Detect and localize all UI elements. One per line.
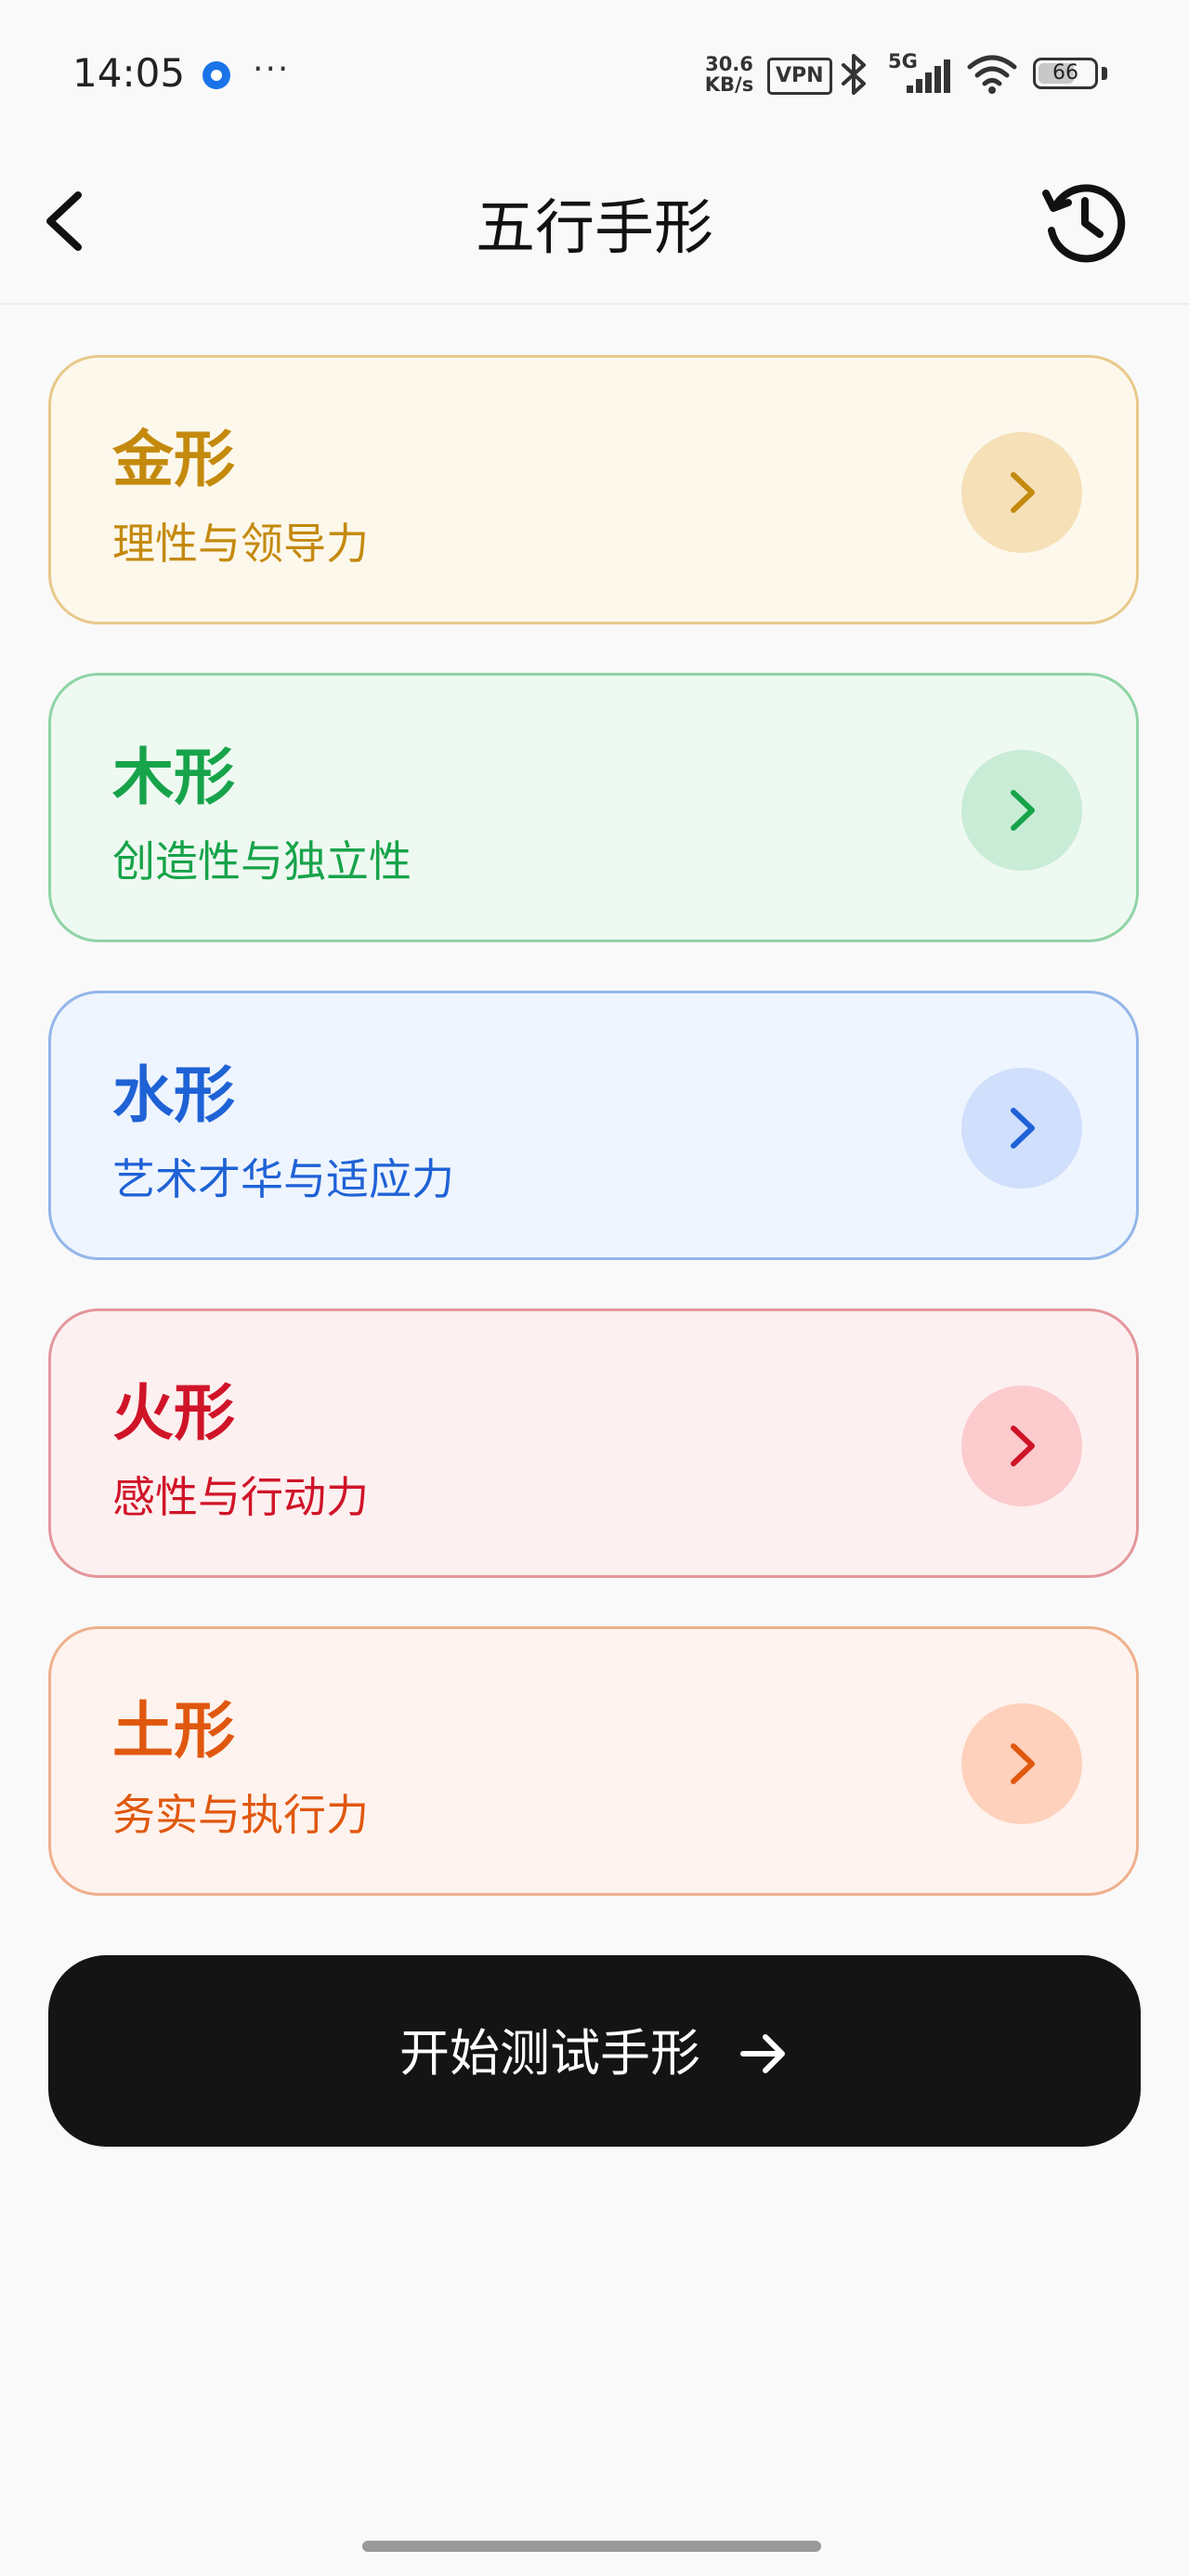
chevron-right-icon bbox=[1011, 1108, 1035, 1149]
start-test-button[interactable]: 开始测试手形 bbox=[48, 1955, 1141, 2147]
status-time: 14:05 bbox=[72, 50, 186, 96]
chevron-right-button[interactable] bbox=[961, 1068, 1082, 1189]
start-test-label: 开始测试手形 bbox=[399, 2024, 700, 2083]
status-bar: 14:05 ··· 30.6 KB/s VPN 5G 66 bbox=[0, 0, 1189, 139]
chevron-right-button[interactable] bbox=[961, 1703, 1082, 1824]
chevron-right-icon bbox=[1011, 1743, 1035, 1784]
page-title: 五行手形 bbox=[476, 194, 713, 263]
card-title: 金形 bbox=[112, 424, 235, 495]
card-fire[interactable]: 火形 感性与行动力 bbox=[48, 1308, 1139, 1578]
card-water[interactable]: 水形 艺术才华与适应力 bbox=[48, 991, 1139, 1260]
network-speed-value: 30.6 bbox=[705, 53, 753, 75]
chevron-right-icon bbox=[1011, 790, 1035, 831]
card-metal[interactable]: 金形 理性与领导力 bbox=[48, 355, 1139, 624]
chevron-left-icon bbox=[46, 191, 82, 251]
bluetooth-icon bbox=[842, 54, 866, 95]
more-notifications-icon: ··· bbox=[253, 50, 291, 88]
battery-tip bbox=[1102, 67, 1107, 80]
card-subtitle: 创造性与独立性 bbox=[112, 836, 412, 887]
battery-icon: 66 bbox=[1033, 58, 1098, 89]
history-button[interactable] bbox=[1033, 169, 1135, 271]
card-title: 土形 bbox=[112, 1695, 235, 1767]
arrow-right-icon bbox=[740, 2034, 785, 2074]
chevron-right-button[interactable] bbox=[961, 750, 1082, 871]
battery-level: 66 bbox=[1052, 61, 1078, 85]
chevron-right-icon bbox=[1011, 1426, 1035, 1466]
card-subtitle: 感性与行动力 bbox=[112, 1472, 369, 1522]
card-wood[interactable]: 木形 创造性与独立性 bbox=[48, 673, 1139, 942]
app-notification-icon bbox=[203, 61, 230, 89]
history-icon bbox=[1042, 184, 1126, 263]
network-speed-unit: KB/s bbox=[704, 73, 754, 96]
wifi-icon bbox=[967, 55, 1017, 94]
network-speed: 30.6 KB/s bbox=[699, 54, 760, 95]
card-subtitle: 艺术才华与适应力 bbox=[112, 1154, 454, 1204]
cellular-signal-icon bbox=[907, 59, 950, 93]
home-indicator[interactable] bbox=[362, 2541, 821, 2552]
chevron-right-icon bbox=[1011, 472, 1035, 513]
chevron-right-button[interactable] bbox=[961, 432, 1082, 553]
chevron-right-button[interactable] bbox=[961, 1386, 1082, 1506]
vpn-icon: VPN bbox=[767, 58, 832, 95]
card-earth[interactable]: 土形 务实与执行力 bbox=[48, 1626, 1139, 1896]
card-title: 木形 bbox=[112, 742, 235, 813]
card-subtitle: 理性与领导力 bbox=[112, 519, 369, 569]
header-bar: 五行手形 bbox=[0, 139, 1189, 305]
back-button[interactable] bbox=[30, 173, 123, 266]
card-subtitle: 务实与执行力 bbox=[112, 1790, 369, 1840]
card-title: 水形 bbox=[112, 1059, 235, 1131]
card-title: 火形 bbox=[112, 1377, 235, 1449]
